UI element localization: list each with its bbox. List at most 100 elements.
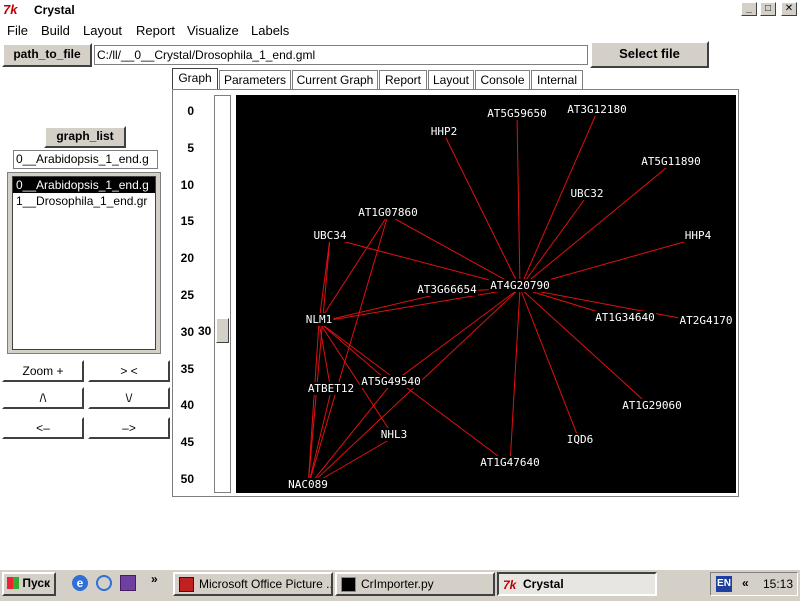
windows-logo-icon <box>7 577 19 589</box>
menu-layout[interactable]: Layout <box>83 23 122 38</box>
graph-node[interactable]: AT1G07860 <box>358 206 418 219</box>
graph-node[interactable]: IQD6 <box>567 433 594 446</box>
ruler-tick: 50 <box>180 472 194 486</box>
pan-left-button[interactable]: <– <box>2 417 84 439</box>
menu-build[interactable]: Build <box>41 23 70 38</box>
tab-layout[interactable]: Layout <box>428 70 474 89</box>
path-input[interactable]: C:/ll/__0__Crystal/Drosophila_1_end.gml <box>94 45 588 65</box>
save-disk-icon[interactable] <box>120 575 136 591</box>
graph-node[interactable]: AT5G59650 <box>487 107 547 120</box>
path-to-file-button[interactable]: path_to_file <box>2 43 92 67</box>
graph-node[interactable]: HHP2 <box>431 125 458 138</box>
scale-slider-thumb[interactable] <box>216 318 229 343</box>
tab-internal[interactable]: Internal <box>531 70 583 89</box>
graph-list-entry[interactable]: 0__Arabidopsis_1_end.g <box>13 150 158 169</box>
menu-labels[interactable]: Labels <box>251 23 289 38</box>
graph-canvas[interactable]: AT4G20790 NLM1 NAC089 HHP2 AT5G59650 AT3G1218… <box>236 95 736 493</box>
graph-node[interactable]: UBC34 <box>313 229 346 242</box>
close-button[interactable]: ✕ <box>781 2 797 16</box>
task-label: CrImporter.py <box>361 577 434 591</box>
select-file-button[interactable]: Select file <box>590 41 709 68</box>
graph-node[interactable]: HHP4 <box>685 229 712 242</box>
graph-node[interactable]: AT5G11890 <box>641 155 701 168</box>
tab-report[interactable]: Report <box>379 70 427 89</box>
graph-node[interactable]: AT1G34640 <box>595 311 655 324</box>
quicklaunch-more[interactable]: » <box>151 572 158 586</box>
tab-parameters[interactable]: Parameters <box>219 70 291 89</box>
minimize-button[interactable]: _ <box>741 2 757 16</box>
start-button[interactable]: Пуск <box>2 572 56 596</box>
pan-up-button[interactable]: /\ <box>2 387 84 409</box>
tab-console[interactable]: Console <box>475 70 530 89</box>
menu-file[interactable]: File <box>7 23 28 38</box>
task-label: Microsoft Office Picture ... <box>199 577 333 591</box>
list-item[interactable]: 1__Drosophila_1_end.gr <box>13 193 155 209</box>
graph-edge <box>519 287 581 443</box>
graph-node[interactable]: NAC089 <box>288 478 328 491</box>
scale-current-value: 30 <box>198 324 212 338</box>
graph-edge <box>519 163 672 289</box>
scale-slider-trough[interactable] <box>214 95 231 493</box>
ruler-tick: 25 <box>180 288 194 302</box>
graph-edge <box>318 291 448 323</box>
menu-visualize[interactable]: Visualize <box>187 23 239 38</box>
graph-node[interactable]: AT3G12180 <box>567 103 627 116</box>
tk-app-icon: 7k <box>3 2 18 17</box>
graph-edge <box>516 115 521 289</box>
graph-edge <box>387 214 521 289</box>
graph-edge <box>318 237 331 323</box>
graph-edge <box>519 195 588 289</box>
task-picture-manager[interactable]: Microsoft Office Picture ... <box>173 572 333 596</box>
tab-current-graph[interactable]: Current Graph <box>292 70 378 89</box>
graph-node[interactable]: AT1G47640 <box>480 456 540 469</box>
shrink-button[interactable]: > < <box>88 360 170 382</box>
ruler-tick: 0 <box>187 104 194 118</box>
window-title: Crystal <box>34 3 75 17</box>
graph-node[interactable]: NHL3 <box>381 428 408 441</box>
graph-node[interactable]: AT5G49540 <box>361 375 421 388</box>
graph-listbox[interactable]: 0__Arabidopsis_1_end.g 1__Drosophila_1_e… <box>12 176 156 350</box>
ruler-tick: 5 <box>187 140 194 155</box>
console-icon <box>341 577 356 592</box>
tk-icon: 7k <box>503 578 517 592</box>
graph-node[interactable]: AT4G20790 <box>490 279 550 292</box>
tab-graph[interactable]: Graph <box>172 68 218 90</box>
ruler-tick: 20 <box>180 251 194 266</box>
start-label: Пуск <box>22 576 50 590</box>
zoom-in-button[interactable]: Zoom + <box>2 360 84 382</box>
graph-edge <box>519 287 653 409</box>
graph-node[interactable]: AT3G66654 <box>417 283 477 296</box>
graph-node[interactable]: ATBET12 <box>308 382 354 395</box>
graph-node[interactable]: AT2G4170 <box>680 314 733 327</box>
ruler-tick: 15 <box>180 214 194 229</box>
title-bar <box>0 0 800 21</box>
list-item[interactable]: 0__Arabidopsis_1_end.g <box>13 177 155 193</box>
language-indicator[interactable]: EN <box>716 576 732 592</box>
task-crimporter[interactable]: CrImporter.py <box>335 572 495 596</box>
maximize-button[interactable]: □ <box>760 2 776 16</box>
pan-down-button[interactable]: \/ <box>88 387 170 409</box>
graph-edge <box>443 133 521 289</box>
menu-report[interactable]: Report <box>136 23 175 38</box>
ruler-tick: 35 <box>180 361 194 376</box>
clock: 15:13 <box>763 577 794 591</box>
graph-node[interactable]: NLM1 <box>306 313 333 326</box>
ruler-tick: 30 <box>180 324 194 339</box>
task-label: Crystal <box>523 577 564 591</box>
pan-right-button[interactable]: –> <box>88 417 170 439</box>
graph-list-button[interactable]: graph_list <box>44 126 126 148</box>
graph-edge <box>318 321 332 392</box>
picture-manager-icon <box>179 577 194 592</box>
outlook-express-icon[interactable] <box>96 575 112 591</box>
ruler-tick: 10 <box>180 177 194 192</box>
tray-expand-button[interactable]: « <box>742 576 749 590</box>
task-crystal[interactable]: 7k Crystal <box>497 572 657 596</box>
ruler-tick: 45 <box>180 435 194 450</box>
graph-node[interactable]: AT1G29060 <box>622 399 682 412</box>
graph-edge <box>509 287 521 466</box>
internet-explorer-icon[interactable]: e <box>72 575 88 591</box>
graph-node[interactable]: UBC32 <box>570 187 603 200</box>
graph-edge <box>390 287 521 385</box>
graph-svg: AT4G20790 NLM1 NAC089 HHP2 AT5G59650 AT3G1218… <box>286 103 734 491</box>
ruler-tick: 40 <box>180 398 194 413</box>
